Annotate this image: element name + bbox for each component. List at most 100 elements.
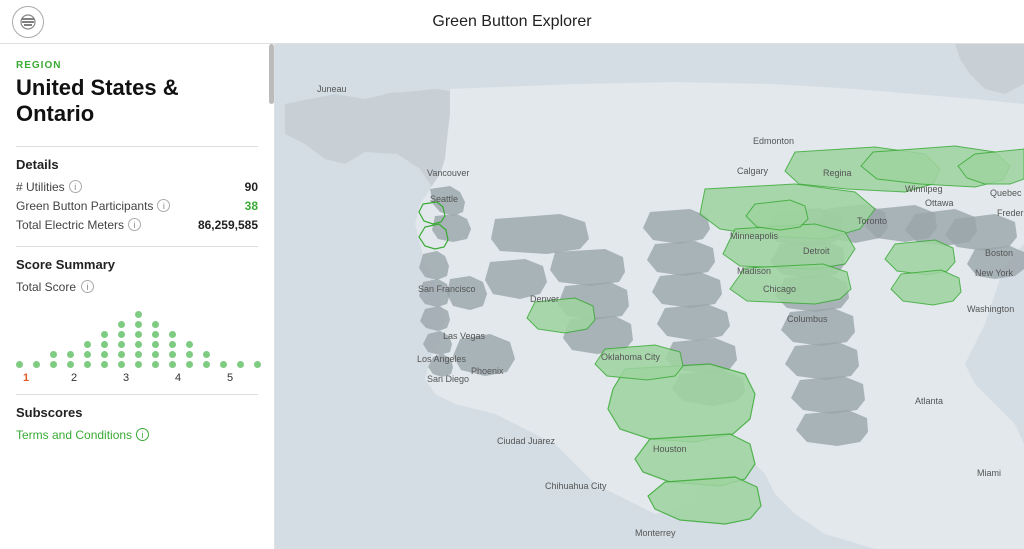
details-row-participants: Green Button Participants i 38 xyxy=(16,199,258,213)
dot xyxy=(101,341,108,348)
meters-info-icon[interactable]: i xyxy=(128,218,141,231)
dot-col-10 xyxy=(169,331,176,368)
dot-chart: 1 2 3 4 5 xyxy=(16,308,258,384)
axis-label-3: 3 xyxy=(116,372,136,384)
dot xyxy=(203,351,210,358)
dot xyxy=(135,321,142,328)
score-section: Score Summary Total Score i xyxy=(16,246,258,384)
svg-text:New York: New York xyxy=(975,268,1014,278)
svg-text:Los Angeles: Los Angeles xyxy=(417,354,467,364)
total-score-row: Total Score i xyxy=(16,280,258,294)
dot xyxy=(237,361,244,368)
svg-text:Columbus: Columbus xyxy=(787,314,828,324)
dot xyxy=(135,331,142,338)
dot xyxy=(186,351,193,358)
svg-text:Ottawa: Ottawa xyxy=(925,198,954,208)
svg-text:Chicago: Chicago xyxy=(763,284,796,294)
dot xyxy=(135,361,142,368)
svg-text:Madison: Madison xyxy=(737,266,771,276)
svg-text:Las Vegas: Las Vegas xyxy=(443,331,486,341)
svg-text:Boston: Boston xyxy=(985,248,1013,258)
svg-text:Detroit: Detroit xyxy=(803,246,830,256)
axis-label-5: 5 xyxy=(220,372,240,384)
dot xyxy=(135,351,142,358)
dot-col-12 xyxy=(203,351,210,368)
dot-col-4 xyxy=(67,351,74,368)
dot-col-11 xyxy=(186,341,193,368)
axis-label-1: 1 xyxy=(16,372,36,384)
svg-text:San Francisco: San Francisco xyxy=(418,284,476,294)
dot xyxy=(169,341,176,348)
dot-col-5 xyxy=(84,341,91,368)
svg-text:Regina: Regina xyxy=(823,168,852,178)
dot-row xyxy=(16,308,258,368)
svg-text:Denver: Denver xyxy=(530,294,559,304)
dot xyxy=(118,331,125,338)
details-section-title: Details xyxy=(16,146,258,172)
participants-label: Green Button Participants i xyxy=(16,199,170,213)
dot xyxy=(67,361,74,368)
dot-axis: 1 2 3 4 5 xyxy=(16,372,258,384)
terms-row[interactable]: Terms and Conditions i xyxy=(16,428,258,442)
dot xyxy=(101,351,108,358)
dot xyxy=(186,361,193,368)
dot xyxy=(169,361,176,368)
dot xyxy=(203,361,210,368)
menu-icon xyxy=(20,14,36,30)
svg-text:Washington: Washington xyxy=(967,304,1014,314)
dot-col-13 xyxy=(220,361,227,368)
terms-info-icon[interactable]: i xyxy=(136,428,149,441)
svg-text:Vancouver: Vancouver xyxy=(427,168,469,178)
dot xyxy=(152,361,159,368)
svg-text:Seattle: Seattle xyxy=(430,194,458,204)
dot xyxy=(16,361,23,368)
dot xyxy=(84,361,91,368)
dot xyxy=(135,311,142,318)
total-score-info-icon[interactable]: i xyxy=(81,280,94,293)
svg-text:Fredericton: Fredericton xyxy=(997,208,1024,218)
dot-col-9 xyxy=(152,321,159,368)
dot xyxy=(169,351,176,358)
svg-text:Edmonton: Edmonton xyxy=(753,136,794,146)
dot xyxy=(118,321,125,328)
svg-text:Houston: Houston xyxy=(653,444,687,454)
map-area[interactable]: Juneau Edmonton Calgary Regina Winnipeg … xyxy=(275,44,1024,549)
dot-col-6 xyxy=(101,331,108,368)
dot xyxy=(186,341,193,348)
svg-text:Monterrey: Monterrey xyxy=(635,528,676,538)
svg-text:Calgary: Calgary xyxy=(737,166,769,176)
dot xyxy=(84,341,91,348)
page-title: Green Button Explorer xyxy=(432,13,591,31)
dot-col-3 xyxy=(50,351,57,368)
utilities-value: 90 xyxy=(245,180,258,194)
subscores-section: Subscores Terms and Conditions i xyxy=(16,394,258,442)
menu-button[interactable] xyxy=(12,6,44,38)
svg-text:Juneau: Juneau xyxy=(317,84,347,94)
axis-label-2: 2 xyxy=(64,372,84,384)
score-section-title: Score Summary xyxy=(16,246,258,272)
sidebar: REGION United States & Ontario Details #… xyxy=(0,44,275,549)
dot xyxy=(118,361,125,368)
participants-info-icon[interactable]: i xyxy=(157,199,170,212)
terms-label: Terms and Conditions xyxy=(16,428,132,442)
map-svg: Juneau Edmonton Calgary Regina Winnipeg … xyxy=(275,44,1024,549)
axis-label-4: 4 xyxy=(168,372,188,384)
meters-label: Total Electric Meters i xyxy=(16,218,141,232)
dot-col-2 xyxy=(33,361,40,368)
dot xyxy=(152,341,159,348)
utilities-info-icon[interactable]: i xyxy=(69,180,82,193)
region-name: United States & Ontario xyxy=(16,75,258,128)
svg-text:Toronto: Toronto xyxy=(857,216,887,226)
dot xyxy=(152,331,159,338)
sidebar-scrollbar[interactable] xyxy=(269,44,274,549)
dot-col-15 xyxy=(254,361,261,368)
details-row-utilities: # Utilities i 90 xyxy=(16,180,258,194)
svg-text:San Diego: San Diego xyxy=(427,374,469,384)
main-content: REGION United States & Ontario Details #… xyxy=(0,44,1024,549)
dot xyxy=(118,351,125,358)
dot xyxy=(220,361,227,368)
details-row-meters: Total Electric Meters i 86,259,585 xyxy=(16,218,258,232)
dot xyxy=(254,361,261,368)
dot xyxy=(152,351,159,358)
dot xyxy=(169,331,176,338)
